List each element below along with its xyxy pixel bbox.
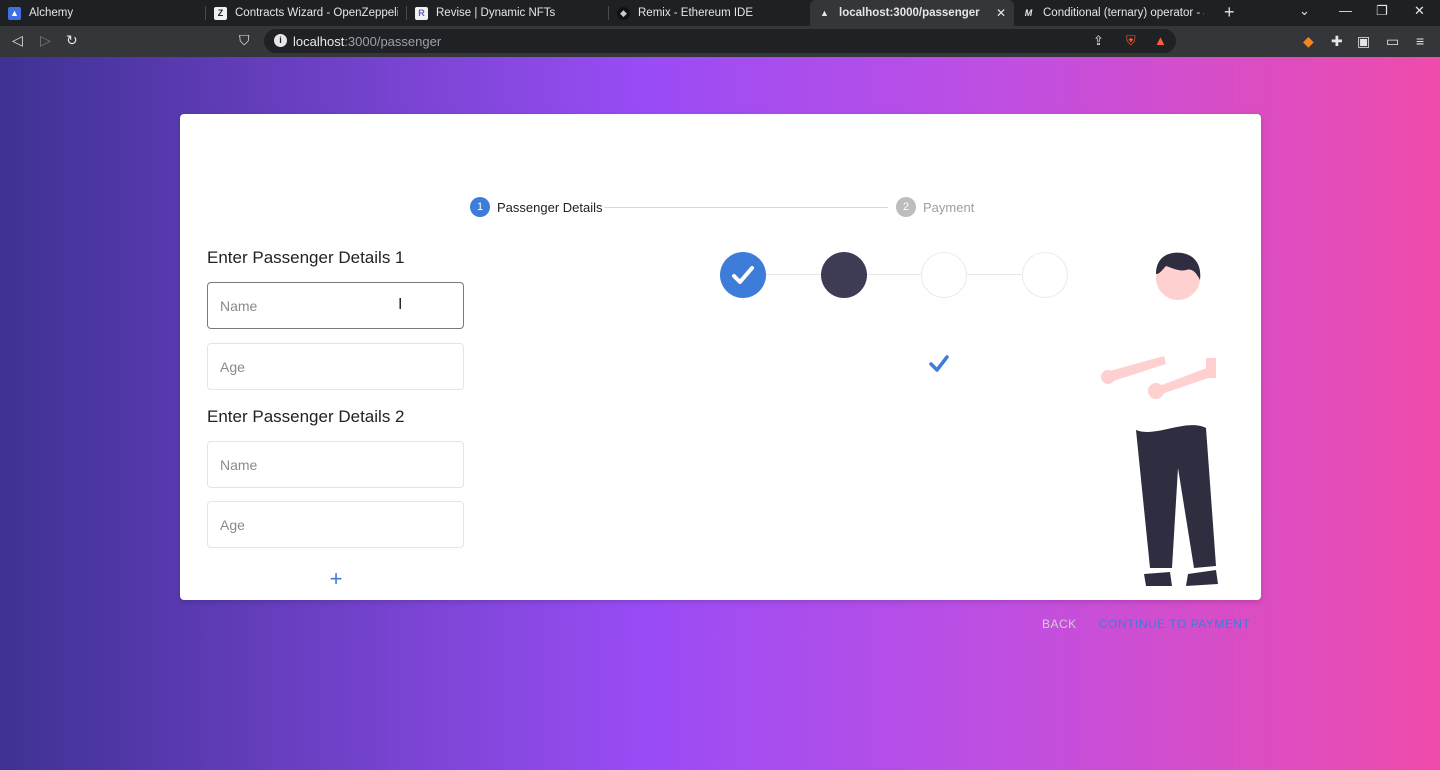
localhost-icon: ▲	[820, 8, 829, 18]
continue-to-payment-button[interactable]: CONTINUE TO PAYMENT	[1099, 617, 1250, 631]
step-2-label: Payment	[923, 200, 975, 215]
revise-icon: R	[415, 6, 428, 20]
add-passenger-button[interactable]: +	[327, 568, 345, 590]
passenger-2-age-input[interactable]	[208, 502, 463, 547]
sidebar-icon[interactable]: ▣	[1357, 33, 1370, 50]
share-icon[interactable]: ⇪	[1093, 33, 1104, 49]
back-button[interactable]: BACK	[1042, 617, 1077, 631]
illustration-check-dot	[720, 252, 766, 298]
new-tab-icon[interactable]: +	[1224, 2, 1235, 23]
brave-shield-icon[interactable]: ⛨	[1126, 33, 1136, 49]
restore-icon[interactable]: ❐	[1376, 3, 1388, 19]
forward-icon[interactable]: ▷	[40, 32, 51, 49]
toolbar: ◁ ▷ ↻ ⛉ i localhost:3000/passenger ⇪ ⛨ ▲	[0, 26, 1440, 57]
alchemy-icon: ▲	[8, 6, 21, 20]
step-1-label: Passenger Details	[497, 200, 603, 215]
tab-title: Alchemy	[29, 7, 74, 19]
metamask-icon[interactable]: ◆	[1303, 33, 1314, 50]
site-info-icon[interactable]: i	[274, 34, 287, 47]
passenger-1-name-field[interactable]	[207, 282, 464, 329]
passenger-1-age-field[interactable]	[207, 343, 464, 390]
passenger-2-name-input[interactable]	[208, 442, 463, 487]
remix-icon: ◆	[617, 6, 630, 20]
reload-icon[interactable]: ↻	[66, 32, 78, 49]
illustration-dark-dot	[821, 252, 867, 298]
passenger-1-name-input[interactable]	[208, 283, 463, 328]
illustration-empty-dot	[921, 252, 967, 298]
tab-localhost[interactable]: ▲ localhost:3000/passenger ✕	[810, 0, 1014, 26]
address-bar[interactable]: i localhost:3000/passenger ⇪ ⛨ ▲	[264, 29, 1176, 53]
passenger-1-heading: Enter Passenger Details 1	[207, 248, 405, 267]
minimize-icon[interactable]: —	[1339, 3, 1352, 18]
tab-openzeppelin[interactable]: Z Contracts Wizard - OpenZeppelin Docs	[206, 0, 406, 26]
wallet-icon[interactable]: ▭	[1386, 33, 1399, 50]
stepper-connector	[604, 207, 888, 208]
close-tab-icon[interactable]: ✕	[996, 6, 1006, 20]
tab-title: localhost:3000/passenger	[839, 7, 980, 19]
illustration-empty-dot	[1022, 252, 1068, 298]
bookmark-icon[interactable]: ⛉	[239, 32, 250, 49]
tab-search-icon[interactable]: ⌄	[1299, 3, 1310, 19]
passenger-2-heading: Enter Passenger Details 2	[207, 407, 405, 426]
close-window-icon[interactable]: ✕	[1414, 3, 1425, 19]
tab-title: Conditional (ternary) operator - JavaScr…	[1043, 7, 1204, 19]
illustration-connector	[967, 274, 1023, 275]
back-icon[interactable]: ◁	[12, 32, 23, 49]
tab-strip: ▲ Alchemy Z Contracts Wizard - OpenZeppe…	[0, 0, 1440, 26]
illustration-connector	[765, 274, 822, 275]
passenger-2-name-field[interactable]	[207, 441, 464, 488]
passenger-1-age-input[interactable]	[208, 344, 463, 389]
step-2-circle: 2	[896, 197, 916, 217]
extensions-icon[interactable]: ✚	[1331, 33, 1343, 50]
openzeppelin-icon: Z	[214, 6, 227, 20]
tab-title: Revise | Dynamic NFTs	[436, 7, 556, 19]
floating-check-icon	[929, 355, 949, 372]
tab-remix[interactable]: ◆ Remix - Ethereum IDE	[609, 0, 809, 26]
illustration-connector	[866, 274, 922, 275]
brave-rewards-icon[interactable]: ▲	[1154, 33, 1167, 48]
tab-title: Remix - Ethereum IDE	[638, 7, 754, 19]
mdn-icon: M	[1024, 8, 1033, 18]
tab-title: Contracts Wizard - OpenZeppelin Docs	[235, 7, 398, 19]
passenger-2-age-field[interactable]	[207, 501, 464, 548]
tab-mdn[interactable]: M Conditional (ternary) operator - JavaS…	[1014, 0, 1212, 26]
tab-revise[interactable]: R Revise | Dynamic NFTs	[407, 0, 608, 26]
url-text[interactable]: localhost:3000/passenger	[293, 34, 441, 49]
person-illustration	[1101, 252, 1218, 586]
check-icon	[732, 266, 754, 284]
step-1-circle: 1	[470, 197, 490, 217]
tab-alchemy[interactable]: ▲ Alchemy	[0, 0, 205, 26]
menu-icon[interactable]: ≡	[1416, 33, 1424, 49]
text-cursor-icon: Ι	[398, 296, 403, 313]
